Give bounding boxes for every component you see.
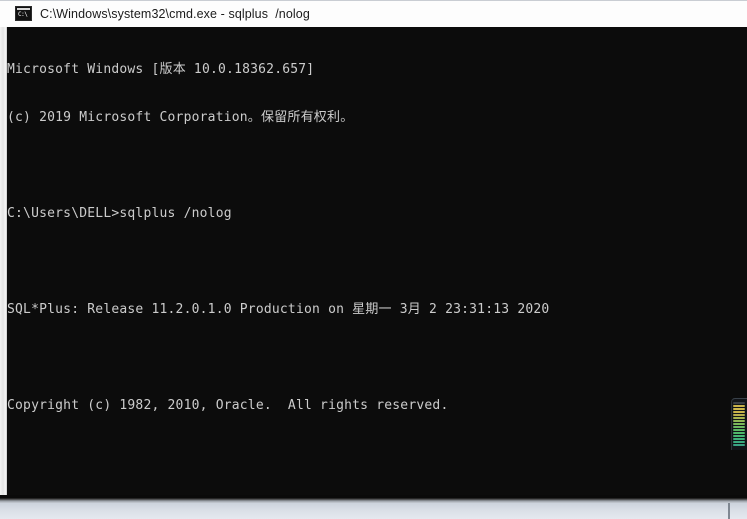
level-meter-segment bbox=[733, 438, 745, 440]
console-output: Microsoft Windows [版本 10.0.18362.657] (c… bbox=[7, 30, 747, 497]
window-title-bar[interactable]: C:\ C:\Windows\system32\cmd.exe - sqlplu… bbox=[0, 0, 747, 27]
level-meter-segment bbox=[733, 423, 745, 425]
desktop-strip-notch bbox=[728, 503, 730, 519]
cmd-exe-icon: C:\ bbox=[15, 6, 32, 21]
title-bar-top-edge bbox=[0, 0, 747, 1]
console-line: (c) 2019 Microsoft Corporation。保留所有权利。 bbox=[7, 110, 354, 125]
level-meter-segment bbox=[733, 426, 745, 428]
level-meter-segment bbox=[733, 432, 745, 434]
desktop-bottom-strip bbox=[0, 503, 747, 519]
console-line: Microsoft Windows [版本 10.0.18362.657] bbox=[7, 62, 315, 77]
level-meter-segment bbox=[733, 429, 745, 431]
window-left-border bbox=[0, 27, 7, 503]
level-meter-segment bbox=[733, 441, 745, 443]
window-title-text: C:\Windows\system32\cmd.exe - sqlplus /n… bbox=[40, 6, 310, 21]
level-meter-segment bbox=[733, 444, 745, 446]
level-meter-segment bbox=[733, 402, 745, 404]
level-meter-strip[interactable] bbox=[731, 398, 747, 450]
level-meter-segment bbox=[733, 408, 745, 410]
console-line-sqlplus-banner: SQL*Plus: Release 11.2.0.1.0 Production … bbox=[7, 302, 550, 317]
window-bottom-border bbox=[0, 495, 747, 503]
console-line-oracle-copyright: Copyright (c) 1982, 2010, Oracle. All ri… bbox=[7, 398, 449, 413]
level-meter-segment bbox=[733, 405, 745, 407]
level-meter-segment bbox=[733, 411, 745, 413]
console-line-prompt-command: C:\Users\DELL>sqlplus /nolog bbox=[7, 206, 232, 221]
level-meter-segment bbox=[733, 435, 745, 437]
console-client-area[interactable]: Microsoft Windows [版本 10.0.18362.657] (c… bbox=[7, 27, 747, 497]
level-meter-segment bbox=[733, 417, 745, 419]
level-meter-segment bbox=[733, 414, 745, 416]
level-meter-segment bbox=[733, 420, 745, 422]
cmd-console-window[interactable]: C:\ C:\Windows\system32\cmd.exe - sqlplu… bbox=[0, 0, 747, 503]
cmd-exe-icon-glyph: C:\ bbox=[18, 11, 28, 18]
